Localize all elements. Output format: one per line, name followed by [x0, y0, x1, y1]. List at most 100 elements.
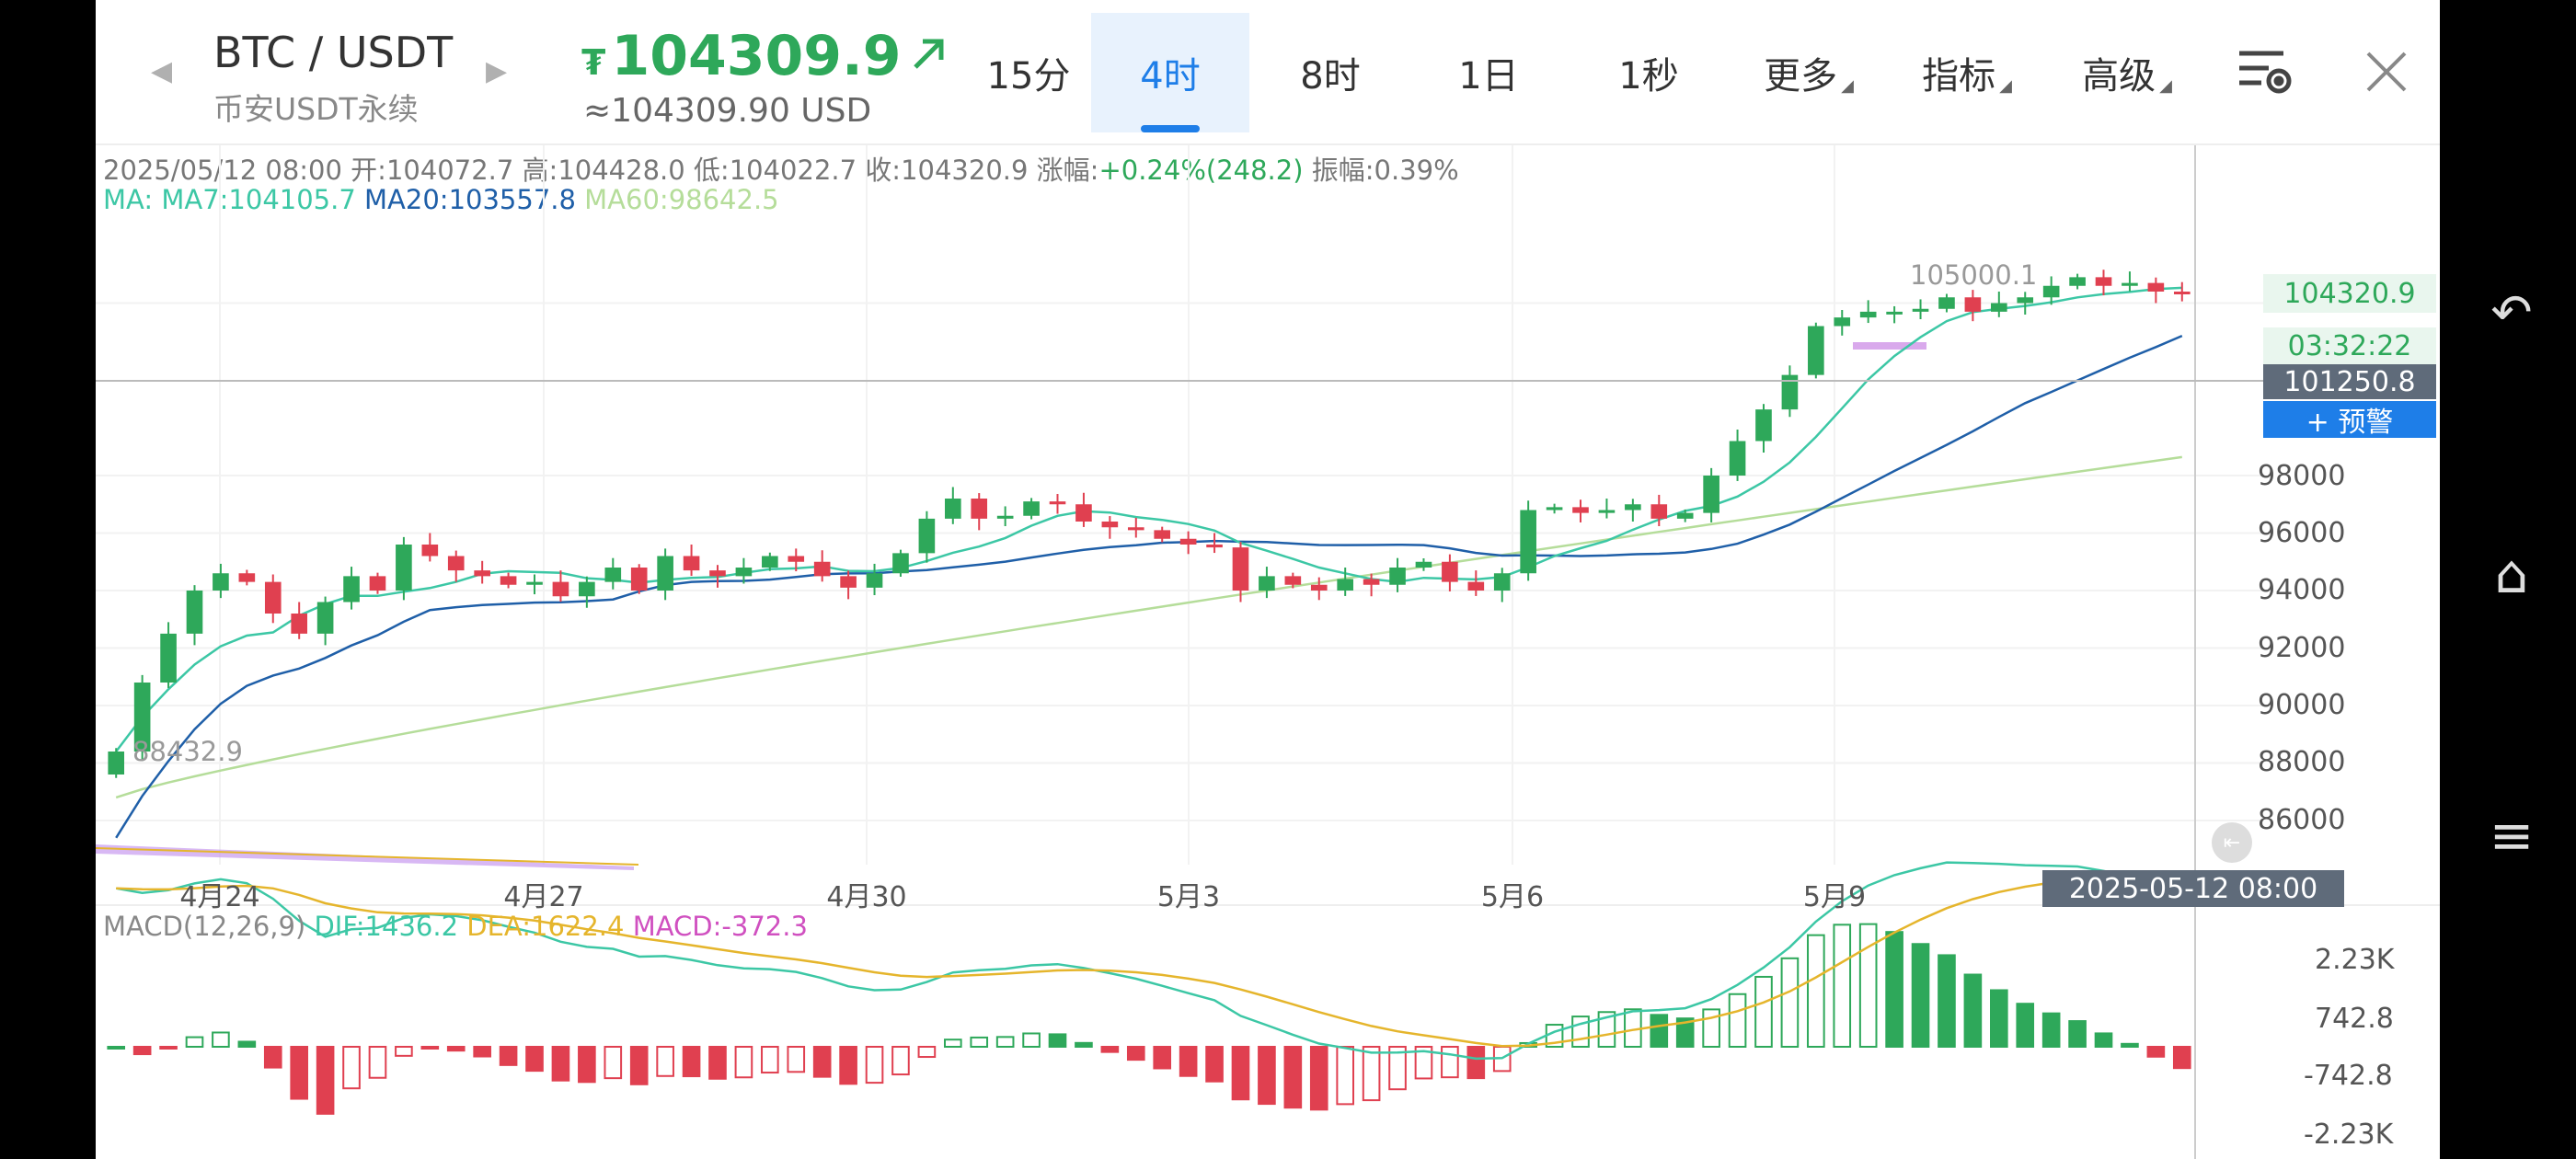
- candle: [1938, 293, 1955, 313]
- candle: [1546, 503, 1563, 514]
- candle: [2069, 273, 2086, 290]
- candle: [996, 506, 1014, 526]
- macd-bar: [944, 1039, 962, 1048]
- candle-body: [474, 570, 490, 577]
- left-screen-edge: [0, 0, 96, 1159]
- candle-body: [2147, 282, 2165, 292]
- candle-body: [2017, 297, 2034, 304]
- candle: [264, 574, 282, 624]
- candle: [1729, 430, 1746, 481]
- candle-body: [1049, 501, 1066, 505]
- candle-body: [971, 499, 988, 519]
- macd-y-tick: -742.8: [2304, 1060, 2393, 1092]
- x-tick: 4月27: [503, 881, 584, 913]
- candle: [213, 563, 229, 599]
- candle-body: [2122, 282, 2138, 286]
- macd-value: MACD:-372.3: [632, 911, 808, 942]
- candle-body: [1363, 579, 1380, 585]
- macd-bar: [132, 1046, 152, 1056]
- candle-body: [1572, 507, 1589, 513]
- macd-bar: [578, 1046, 596, 1084]
- chart-grid: [96, 145, 2440, 906]
- crosshair-time-tag: 2025-05-12 08:00: [2042, 870, 2344, 907]
- macd-info-line: MACD(12,26,9) DIF:1436.2 DEA:1622.4 MACD…: [103, 911, 808, 942]
- macd-bar: [2068, 1020, 2087, 1048]
- candle: [1023, 498, 1040, 520]
- dif-value: DIF:1436.2: [314, 911, 459, 942]
- candle: [1834, 310, 1851, 336]
- candle: [1703, 467, 1719, 522]
- candle-body: [1284, 576, 1302, 585]
- macd-y-tick: -2.23K: [2304, 1119, 2394, 1151]
- candle: [500, 572, 517, 589]
- macd-bar: [2146, 1046, 2166, 1058]
- macd-bar: [970, 1036, 989, 1049]
- macd-bar: [734, 1046, 753, 1079]
- candle: [1389, 557, 1406, 592]
- scroll-to-latest-icon[interactable]: ⇤: [2212, 822, 2252, 863]
- candle-body: [160, 633, 177, 683]
- home-icon[interactable]: ⌂: [2484, 546, 2539, 602]
- candle: [1049, 494, 1066, 514]
- candle-body: [996, 515, 1014, 519]
- macd-bar: [107, 1046, 126, 1050]
- candle: [2147, 277, 2165, 304]
- macd-bar: [682, 1046, 701, 1078]
- candlestick-chart[interactable]: [96, 0, 2440, 1159]
- candle: [1493, 568, 1511, 602]
- x-tick: 5月3: [1156, 881, 1221, 913]
- candle-body: [1886, 311, 1903, 315]
- candle-body: [892, 553, 909, 574]
- candle-body: [1206, 545, 1223, 548]
- add-alert-button[interactable]: + 预警: [2263, 401, 2436, 439]
- candle: [1572, 499, 1589, 522]
- candle-body: [2173, 292, 2191, 294]
- recent-apps-icon[interactable]: ≡: [2484, 808, 2539, 863]
- candle-body: [396, 545, 412, 591]
- y-tick: 92000: [2258, 632, 2346, 664]
- back-icon[interactable]: ↶: [2484, 285, 2539, 340]
- macd-bar: [420, 1046, 440, 1050]
- candle-body: [1520, 510, 1536, 574]
- macd-bar: [2041, 1012, 2061, 1048]
- macd-bar: [551, 1046, 570, 1082]
- candle: [1415, 558, 1432, 571]
- candle-body: [1127, 527, 1144, 531]
- candle-body: [945, 499, 961, 519]
- dea-value: DEA:1622.4: [466, 911, 625, 942]
- candle-countdown: 03:32:22: [2263, 327, 2436, 364]
- candle-body: [1467, 581, 1485, 591]
- macd-bar: [368, 1046, 387, 1079]
- candle-body: [1729, 441, 1746, 476]
- macd-bar: [1650, 1014, 1669, 1049]
- candle: [1755, 404, 1772, 453]
- candle: [1625, 499, 1641, 522]
- macd-bar: [1571, 1016, 1590, 1049]
- macd-bar: [787, 1046, 806, 1073]
- macd-bar: [1807, 934, 1825, 1048]
- chart-overlays: [96, 342, 1926, 870]
- dea-line: [116, 876, 2182, 1048]
- trading-chart-app: ◀ BTC / USDT 币安USDT永续 ▶ ₮ 104309.9 ≈1043…: [96, 0, 2440, 1159]
- macd-bar: [1022, 1032, 1041, 1049]
- candle-body: [735, 568, 753, 577]
- macd-bar: [1754, 975, 1773, 1049]
- candle: [1467, 570, 1485, 596]
- candle-body: [526, 581, 543, 585]
- candle-body: [840, 576, 857, 588]
- macd-bar: [995, 1036, 1015, 1049]
- macd-bar: [263, 1046, 282, 1069]
- macd-bar: [2121, 1042, 2139, 1048]
- candle: [1520, 500, 1536, 581]
- candle-body: [1179, 538, 1197, 545]
- ma60-line: [115, 455, 2182, 799]
- macd-plot: [107, 861, 2191, 1115]
- macd-bar: [1963, 973, 1983, 1048]
- candle-body: [709, 570, 726, 577]
- macd-bar: [1441, 1046, 1459, 1079]
- candle-body: [447, 556, 465, 571]
- candle-body: [788, 556, 805, 562]
- candle-body: [264, 581, 282, 614]
- candle-body: [1598, 510, 1616, 513]
- candle: [474, 560, 490, 584]
